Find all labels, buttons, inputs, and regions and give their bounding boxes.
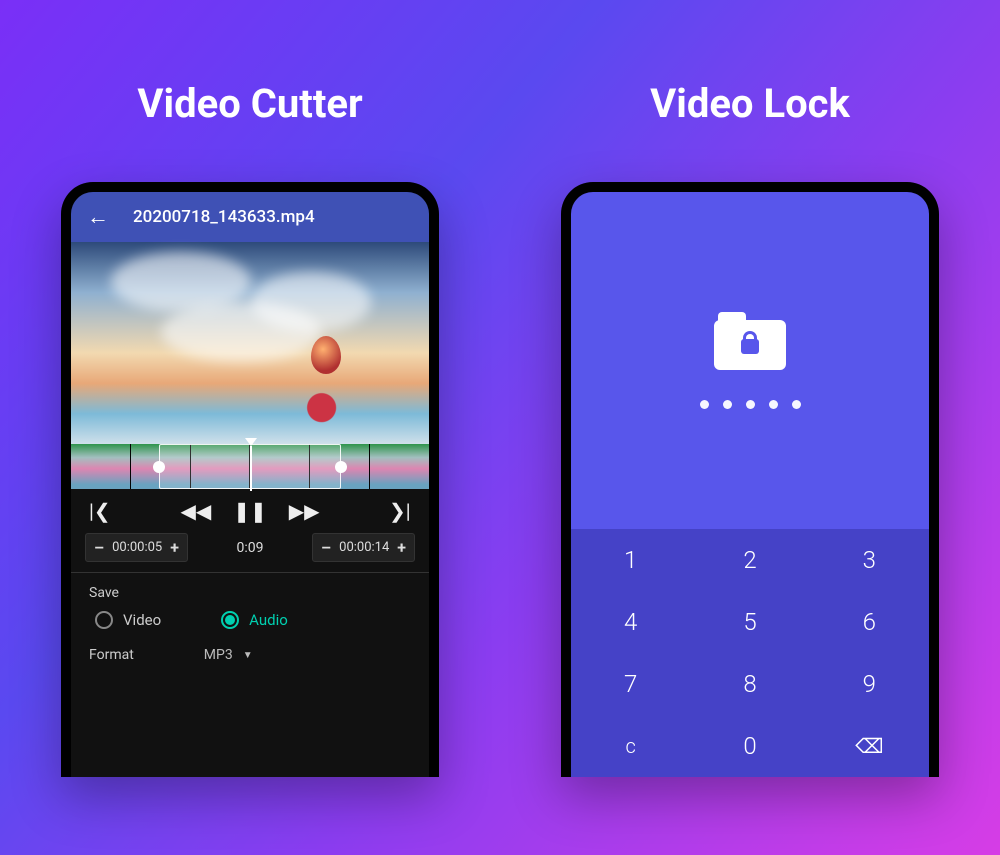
playhead[interactable] bbox=[245, 438, 257, 491]
video-lock-headline: Video Lock bbox=[650, 80, 850, 127]
keypad-8[interactable]: 8 bbox=[690, 653, 809, 715]
trim-handle-start[interactable] bbox=[153, 461, 165, 473]
timeline[interactable] bbox=[71, 444, 429, 489]
balloon-graphic bbox=[311, 336, 341, 374]
save-label: Save bbox=[89, 585, 411, 601]
chevron-down-icon: ▼ bbox=[243, 650, 253, 661]
pause-icon[interactable]: ❚❚ bbox=[233, 499, 267, 523]
pin-dots bbox=[700, 400, 801, 409]
locked-folder-icon bbox=[714, 312, 786, 370]
keypad-5[interactable]: 5 bbox=[690, 591, 809, 653]
radio-audio-label: Audio bbox=[249, 611, 288, 629]
pin-dot bbox=[792, 400, 801, 409]
pin-dot bbox=[700, 400, 709, 409]
start-time-stepper: – 00:00:05 + bbox=[85, 533, 188, 562]
video-cutter-headline: Video Cutter bbox=[137, 80, 362, 127]
keypad-9[interactable]: 9 bbox=[810, 653, 929, 715]
keypad-4[interactable]: 4 bbox=[571, 591, 690, 653]
phone-frame-cutter: ← 20200718_143633.mp4 ❯| bbox=[61, 182, 439, 777]
prev-clip-icon[interactable]: ❯| bbox=[89, 499, 111, 523]
keypad-clear[interactable]: c bbox=[571, 715, 690, 777]
video-lock-column: Video Lock 123 456 789 c0⌫ bbox=[500, 0, 1000, 855]
pin-keypad: 123 456 789 c0⌫ bbox=[571, 529, 929, 777]
pin-dot bbox=[769, 400, 778, 409]
format-value: MP3 bbox=[204, 647, 233, 663]
save-section: Save Video Audio Format bbox=[71, 573, 429, 663]
keypad-2[interactable]: 2 bbox=[690, 529, 809, 591]
format-row: Format MP3 ▼ bbox=[89, 647, 411, 663]
format-dropdown[interactable]: MP3 ▼ bbox=[204, 647, 253, 663]
end-time-stepper: – 00:00:14 + bbox=[312, 533, 415, 562]
end-time-value: 00:00:14 bbox=[339, 540, 389, 555]
start-minus-icon[interactable]: – bbox=[94, 538, 104, 557]
app-bar: ← 20200718_143633.mp4 bbox=[71, 192, 429, 242]
trim-handle-end[interactable] bbox=[335, 461, 347, 473]
forward-icon[interactable]: ▶▶ bbox=[289, 499, 320, 523]
video-preview[interactable] bbox=[71, 242, 429, 444]
phone-frame-lock: 123 456 789 c0⌫ bbox=[561, 182, 939, 777]
rewind-icon[interactable]: ◀◀ bbox=[180, 499, 211, 523]
video-cutter-column: Video Cutter ← 20200718_143633.mp4 bbox=[0, 0, 500, 855]
filename-label: 20200718_143633.mp4 bbox=[133, 207, 315, 227]
time-row: – 00:00:05 + 0:09 – 00:00:14 + bbox=[71, 529, 429, 573]
start-time-value: 00:00:05 bbox=[112, 540, 162, 555]
radio-video-label: Video bbox=[123, 611, 161, 629]
end-plus-icon[interactable]: + bbox=[397, 538, 406, 557]
playback-controls: ❯| ◀◀ ❚❚ ▶▶ |❮ bbox=[71, 489, 429, 529]
pin-dot bbox=[746, 400, 755, 409]
keypad-7[interactable]: 7 bbox=[571, 653, 690, 715]
cutter-screen: ← 20200718_143633.mp4 ❯| bbox=[71, 192, 429, 777]
keypad-6[interactable]: 6 bbox=[810, 591, 929, 653]
pin-dot bbox=[723, 400, 732, 409]
radio-video[interactable]: Video bbox=[95, 611, 161, 629]
keypad-backspace[interactable]: ⌫ bbox=[810, 715, 929, 777]
keypad-1[interactable]: 1 bbox=[571, 529, 690, 591]
radio-mark-icon bbox=[95, 611, 113, 629]
next-clip-icon[interactable]: |❮ bbox=[389, 499, 411, 523]
format-label: Format bbox=[89, 647, 134, 663]
lock-top bbox=[571, 192, 929, 529]
radio-mark-icon bbox=[221, 611, 239, 629]
radio-audio[interactable]: Audio bbox=[221, 611, 288, 629]
end-minus-icon[interactable]: – bbox=[321, 538, 331, 557]
keypad-3[interactable]: 3 bbox=[810, 529, 929, 591]
start-plus-icon[interactable]: + bbox=[170, 538, 179, 557]
lock-screen: 123 456 789 c0⌫ bbox=[571, 192, 929, 777]
keypad-0[interactable]: 0 bbox=[690, 715, 809, 777]
back-icon[interactable]: ← bbox=[87, 204, 109, 230]
current-time-value: 0:09 bbox=[237, 540, 264, 556]
